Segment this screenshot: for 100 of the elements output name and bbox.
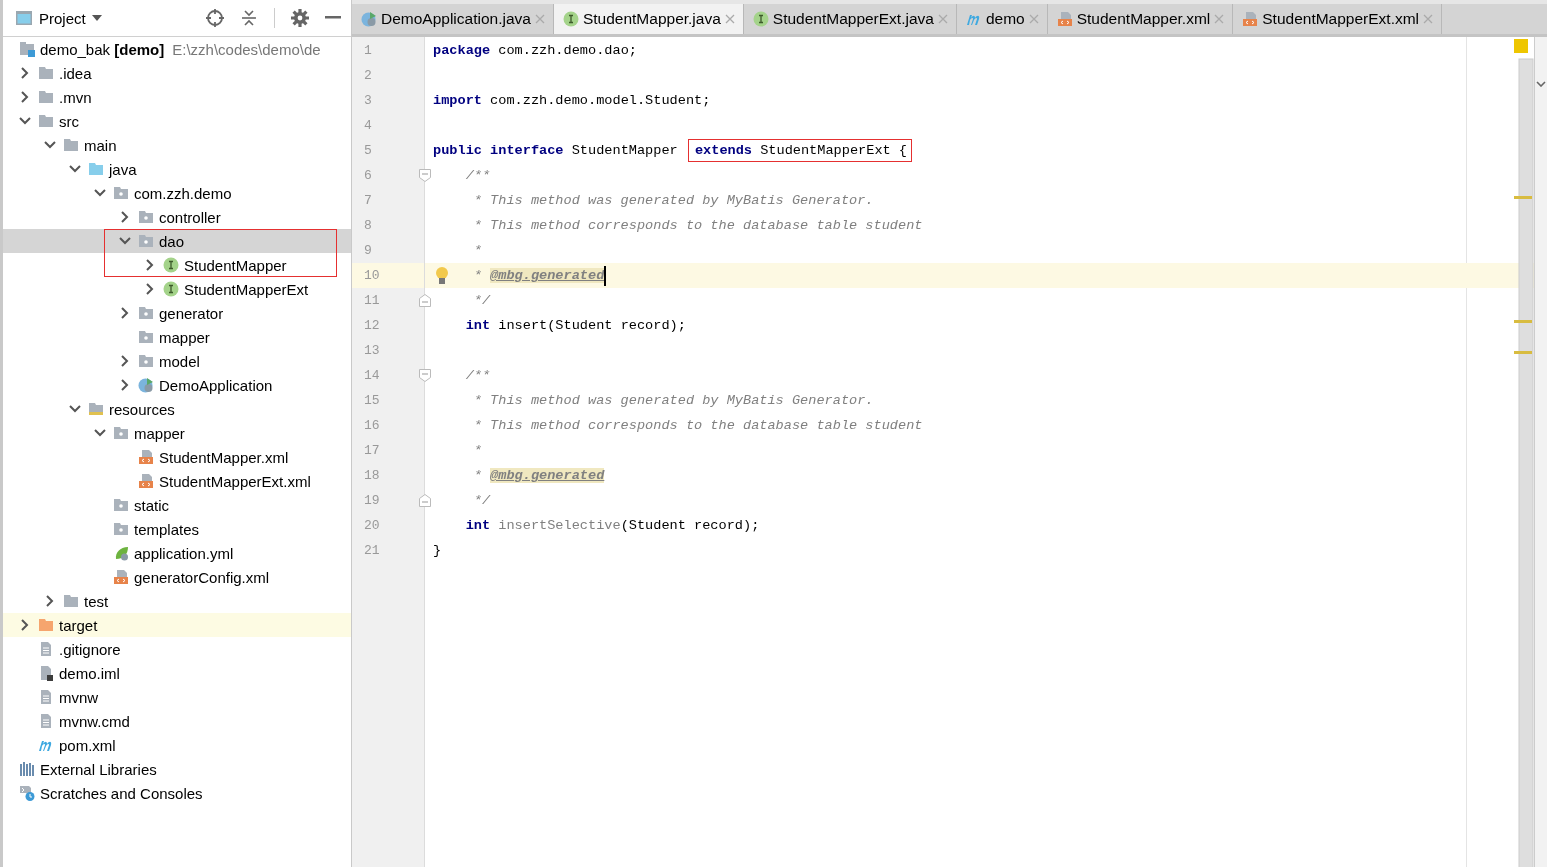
package-icon: [113, 497, 129, 513]
settings-icon[interactable]: [291, 9, 309, 27]
tree-item[interactable]: application.yml: [3, 541, 351, 565]
tree-item[interactable]: resources: [3, 397, 351, 421]
line-number: 14: [363, 368, 381, 383]
tree-item[interactable]: mvnw: [3, 685, 351, 709]
code-line: *: [472, 242, 482, 260]
folder-icon: [63, 593, 79, 609]
code-line: * This method corresponds to the database table student: [472, 217, 923, 235]
item-label: demo.iml: [59, 664, 120, 682]
tree-item[interactable]: static: [3, 493, 351, 517]
tree-item[interactable]: mvnw.cmd: [3, 709, 351, 733]
window-icon: [15, 10, 33, 26]
spring-app-icon: [361, 11, 377, 27]
spring-app-icon: [138, 377, 154, 393]
package-icon: [138, 233, 154, 249]
code-line: int insertSelective(Student record);: [464, 517, 760, 535]
item-label: templates: [134, 520, 200, 538]
item-label: src: [59, 112, 79, 130]
editor-tab[interactable]: StudentMapper.java: [553, 4, 744, 34]
collapse-all-icon[interactable]: [240, 9, 258, 27]
xml-file-icon: [1056, 11, 1073, 27]
line-number: 20: [363, 518, 381, 533]
panel-title[interactable]: Project: [39, 9, 86, 27]
dropdown-caret-icon[interactable]: [91, 15, 102, 21]
module-icon: [19, 41, 35, 57]
folder-icon: [38, 89, 54, 105]
tree-item[interactable]: External Libraries: [3, 757, 351, 781]
interface-icon: [562, 11, 579, 27]
chevron-down-icon[interactable]: [1536, 81, 1546, 87]
fold-marker-icon[interactable]: [419, 169, 431, 182]
tree-item[interactable]: demo.iml: [3, 661, 351, 685]
package-icon: [113, 185, 129, 201]
tree-item[interactable]: model: [3, 349, 351, 373]
xml-file-icon: [138, 473, 154, 489]
text-file-icon: [38, 713, 54, 729]
tree-item[interactable]: main: [3, 133, 351, 157]
tree-item[interactable]: StudentMapperExt.xml: [3, 469, 351, 493]
item-label: java: [109, 160, 137, 178]
fold-marker-icon[interactable]: [419, 494, 431, 507]
tree-item[interactable]: StudentMapper.xml: [3, 445, 351, 469]
item-label: External Libraries: [40, 760, 157, 778]
line-number: 9: [363, 243, 373, 258]
item-label: generator: [159, 304, 224, 322]
folder-icon: [88, 161, 104, 177]
item-label: Scratches and Consoles: [40, 784, 203, 802]
highlight-frame: extends StudentMapperExt {: [687, 139, 912, 162]
locate-icon[interactable]: [206, 9, 224, 27]
tree-item[interactable]: mapper: [3, 325, 351, 349]
code-line: package com.zzh.demo.dao;: [433, 42, 637, 60]
tree-item[interactable]: StudentMapper: [3, 253, 351, 277]
tree-item[interactable]: Scratches and Consoles: [3, 781, 351, 805]
tree-item[interactable]: .gitignore: [3, 637, 351, 661]
tree-item[interactable]: generator: [3, 301, 351, 325]
tree-item[interactable]: StudentMapperExt: [3, 277, 351, 301]
tree-item[interactable]: pom.xml: [3, 733, 351, 757]
tree-item[interactable]: templates: [3, 517, 351, 541]
tree-item[interactable]: src: [3, 109, 351, 133]
tree-item[interactable]: .mvn: [3, 85, 351, 109]
code-line: *: [472, 442, 482, 460]
item-label: controller: [159, 208, 221, 226]
tree-item[interactable]: DemoApplication: [3, 373, 351, 397]
lightbulb-icon[interactable]: [435, 267, 449, 285]
tree-item[interactable]: java: [3, 157, 351, 181]
item-label: pom.xml: [59, 736, 116, 754]
item-label: .gitignore: [59, 640, 121, 658]
package-icon: [138, 305, 154, 321]
line-number: 2: [363, 68, 373, 83]
minimize-icon[interactable]: [325, 16, 341, 20]
line-number: 19: [363, 493, 381, 508]
tree-item[interactable]: controller: [3, 205, 351, 229]
tree-item[interactable]: test: [3, 589, 351, 613]
tree-item[interactable]: dao: [3, 229, 351, 253]
code-line: int insert(Student record);: [464, 317, 686, 335]
tree-item[interactable]: .idea: [3, 61, 351, 85]
code-line: public interface StudentMapper extends StudentMapperExt {: [433, 138, 912, 163]
item-label: StudentMapperExt.xml: [159, 472, 311, 490]
interface-icon: [752, 11, 769, 27]
scratches-icon: [19, 785, 35, 801]
code-line: /**: [464, 367, 491, 385]
line-number: 12: [363, 318, 381, 333]
item-label: com.zzh.demo: [134, 184, 232, 202]
tree-item[interactable]: mapper: [3, 421, 351, 445]
code-line: */: [472, 292, 491, 310]
item-label: test: [84, 592, 109, 610]
line-number: 13: [363, 343, 381, 358]
item-label: mapper: [134, 424, 185, 442]
scrollbar-drawing[interactable]: [1514, 39, 1534, 867]
tree-item[interactable]: com.zzh.demo: [3, 181, 351, 205]
tree-item[interactable]: demo_bak [demo] E:\zzh\codes\demo\de: [3, 37, 351, 61]
folder-icon: [88, 401, 104, 417]
fold-marker-icon[interactable]: [419, 369, 431, 382]
folder-icon: [38, 65, 54, 81]
tree-item[interactable]: target: [3, 613, 351, 637]
line-number: 6: [363, 168, 373, 183]
folder-icon: [38, 617, 54, 633]
line-number: 11: [363, 293, 381, 308]
line-number: 8: [363, 218, 373, 233]
tree-item[interactable]: generatorConfig.xml: [3, 565, 351, 589]
fold-marker-icon[interactable]: [419, 294, 431, 307]
